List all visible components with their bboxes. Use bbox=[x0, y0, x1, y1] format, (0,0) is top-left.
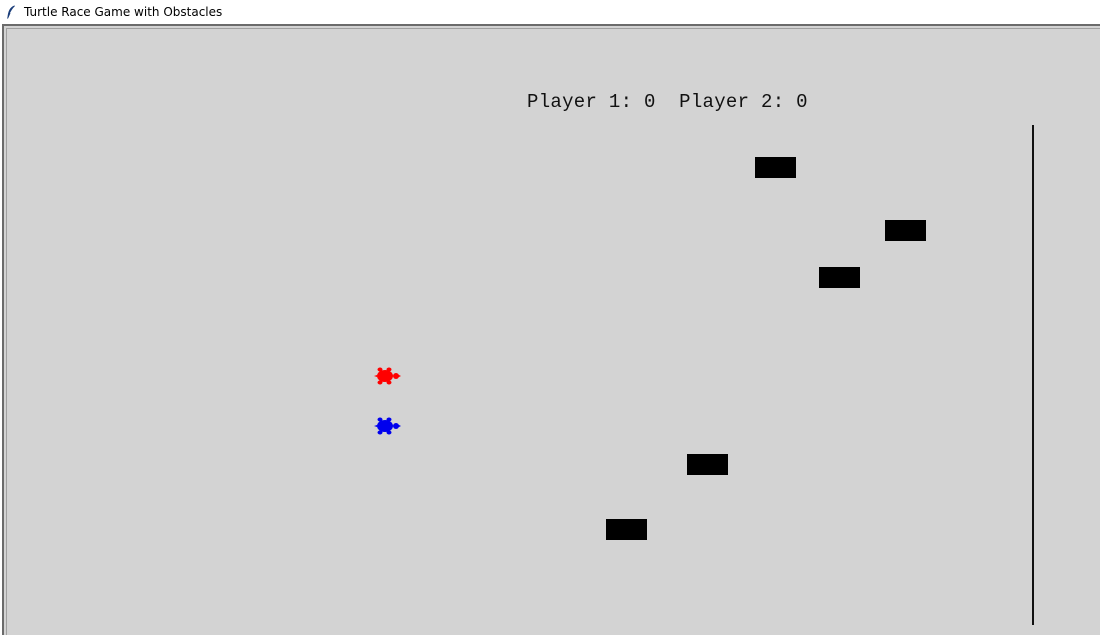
window-title: Turtle Race Game with Obstacles bbox=[24, 5, 223, 19]
obstacle bbox=[819, 267, 860, 288]
score-display: Player 1: 0 Player 2: 0 bbox=[527, 91, 808, 113]
obstacle bbox=[606, 519, 647, 540]
finish-line bbox=[1032, 125, 1034, 625]
obstacle bbox=[885, 220, 926, 241]
player-1-turtle-icon bbox=[373, 364, 401, 388]
obstacle bbox=[687, 454, 728, 475]
feather-icon bbox=[4, 4, 18, 20]
obstacle bbox=[755, 157, 796, 178]
game-canvas[interactable] bbox=[2, 24, 1100, 635]
title-bar: Turtle Race Game with Obstacles bbox=[0, 0, 1100, 24]
game-canvas-area bbox=[6, 28, 1100, 635]
player-2-turtle-icon bbox=[373, 414, 401, 438]
app-window: Turtle Race Game with Obstacles Player 1… bbox=[0, 0, 1100, 635]
